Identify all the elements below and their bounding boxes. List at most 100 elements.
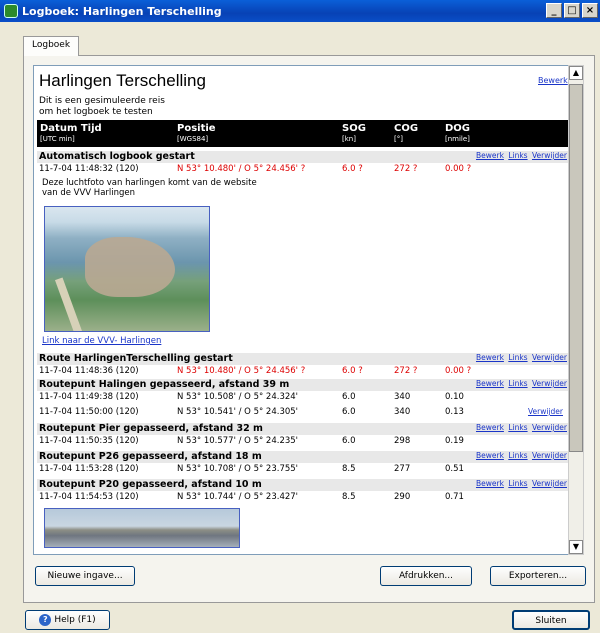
row-datetime: 11-7-04 11:49:38 (120) [39, 392, 139, 402]
tab-logboek[interactable]: Logboek [23, 36, 80, 56]
row-position: N 53° 10.708' / O 5° 23.755' [177, 464, 299, 474]
vvv-link[interactable]: Link naar de VVV- Harlingen [42, 336, 161, 346]
row-dog: 0.51 [445, 464, 464, 474]
links-link[interactable]: Links [508, 353, 527, 362]
col-position: Positie [WGS84] [177, 123, 216, 143]
links-link[interactable]: Links [508, 379, 527, 388]
edit-link[interactable]: Bewerk [476, 353, 504, 362]
row-cog: 298 [394, 436, 411, 446]
logbook-content: Harlingen Terschelling Dit is een gesimu… [33, 65, 576, 555]
links-link[interactable]: Links [508, 479, 527, 488]
col-position-label: Positie [177, 123, 216, 134]
entry-note: Deze luchtfoto van harlingen komt van de… [42, 178, 282, 198]
row-sog: 6.0 ? [342, 164, 363, 174]
row-cog: 290 [394, 492, 411, 502]
entry-actions: Bewerk Links Verwijder [474, 423, 567, 432]
col-sog-unit: [kn] [342, 135, 356, 143]
window-title: Logboek: Harlingen Terschelling [22, 4, 222, 18]
row-dog: 0.19 [445, 436, 464, 446]
entry-note-line2: van de VVV Harlingen [42, 188, 136, 198]
window-controls: _ □ × [546, 3, 598, 18]
trip-edit-link[interactable]: Bewerk [538, 76, 568, 85]
entry-note-line1: Deze luchtfoto van harlingen komt van de… [42, 178, 257, 188]
app-icon [4, 4, 18, 18]
col-dog: DOG [nmile] [445, 123, 470, 143]
delete-link[interactable]: Verwijder [532, 379, 567, 388]
row-dog: 0.00 ? [445, 366, 472, 376]
log-row: 11-7-04 11:48:36 (120) N 53° 10.480' / O… [37, 365, 569, 377]
edit-link[interactable]: Bewerk [476, 379, 504, 388]
column-header: Datum Tijd [UTC min] Positie [WGS84] SOG [k… [37, 120, 569, 147]
row-datetime: 11-7-04 11:48:32 (120) [39, 164, 139, 174]
links-link[interactable]: Links [508, 423, 527, 432]
log-row: 11-7-04 11:48:32 (120) N 53° 10.480' / O… [37, 163, 569, 175]
window-titlebar[interactable]: Logboek: Harlingen Terschelling _ □ × [0, 0, 600, 22]
row-datetime: 11-7-04 11:50:35 (120) [39, 436, 139, 446]
delete-link[interactable]: Verwijder [532, 423, 567, 432]
edit-link[interactable]: Bewerk [476, 423, 504, 432]
row-cog: 272 ? [394, 164, 418, 174]
row-dog: 0.13 [445, 407, 464, 417]
scroll-up-icon[interactable]: ▲ [569, 66, 583, 80]
delete-link[interactable]: Verwijder [528, 406, 563, 418]
row-position: N 53° 10.577' / O 5° 24.235' [177, 436, 299, 446]
edit-link[interactable]: Bewerk [476, 151, 504, 160]
links-link[interactable]: Links [508, 151, 527, 160]
log-row: 11-7-04 11:50:35 (120) N 53° 10.577' / O… [37, 435, 569, 447]
links-link[interactable]: Links [508, 451, 527, 460]
vertical-scrollbar[interactable]: ▲ ▼ [568, 65, 584, 555]
trip-title: Harlingen Terschelling [39, 71, 206, 90]
new-entry-button[interactable]: Nieuwe ingave... [35, 566, 135, 586]
col-cog: COG [°] [394, 123, 418, 143]
delete-link[interactable]: Verwijder [532, 151, 567, 160]
col-datetime-label: Datum Tijd [40, 123, 102, 134]
scroll-thumb[interactable] [569, 84, 583, 452]
delete-link[interactable]: Verwijder [532, 479, 567, 488]
entry-actions: Bewerk Links Verwijder [474, 379, 567, 388]
col-dog-label: DOG [445, 123, 471, 134]
row-cog: 272 ? [394, 366, 418, 376]
delete-link[interactable]: Verwijder [532, 353, 567, 362]
scroll-down-icon[interactable]: ▼ [569, 540, 583, 554]
row-datetime: 11-7-04 11:53:28 (120) [39, 464, 139, 474]
col-datetime-unit: [UTC min] [40, 135, 75, 143]
log-row: 11-7-04 11:53:28 (120) N 53° 10.708' / O… [37, 463, 569, 475]
minimize-button[interactable]: _ [546, 3, 562, 18]
log-row: 11-7-04 11:49:38 (120) N 53° 10.508' / O… [37, 391, 569, 403]
trip-description: Dit is een gesimuleerde reis om het logb… [39, 96, 239, 118]
row-position: N 53° 10.508' / O 5° 24.324' [177, 392, 299, 402]
col-cog-label: COG [394, 123, 419, 134]
row-sog: 6.0 [342, 407, 356, 417]
entry-actions: Bewerk Links Verwijder [474, 479, 567, 488]
log-row: 11-7-04 11:54:53 (120) N 53° 10.744' / O… [37, 491, 569, 503]
row-datetime: 11-7-04 11:48:36 (120) [39, 366, 139, 376]
row-datetime: 11-7-04 11:50:00 (120) [39, 407, 139, 417]
row-dog: 0.00 ? [445, 164, 472, 174]
maximize-button[interactable]: □ [564, 3, 580, 18]
close-window-button[interactable]: × [582, 3, 598, 18]
row-sog: 8.5 [342, 492, 356, 502]
row-position: N 53° 10.480' / O 5° 24.456' ? [177, 164, 306, 174]
log-row: 11-7-04 11:50:00 (120) N 53° 10.541' / O… [37, 406, 569, 418]
row-sog: 6.0 [342, 436, 356, 446]
export-button[interactable]: Exporteren... [490, 566, 586, 586]
close-button[interactable]: Sluiten [512, 610, 590, 630]
col-datetime: Datum Tijd [UTC min] [40, 123, 102, 143]
print-button[interactable]: Afdrukken... [380, 566, 472, 586]
entry-actions: Bewerk Links Verwijder [474, 353, 567, 362]
delete-link[interactable]: Verwijder [532, 451, 567, 460]
col-sog-label: SOG [342, 123, 366, 134]
row-sog: 6.0 [342, 392, 356, 402]
help-button[interactable]: ? Help (F1) [25, 610, 110, 630]
edit-link[interactable]: Bewerk [476, 451, 504, 460]
row-cog: 277 [394, 464, 411, 474]
row-dog: 0.71 [445, 492, 464, 502]
entry-actions: Bewerk Links Verwijder [474, 451, 567, 460]
col-position-unit: [WGS84] [177, 135, 209, 143]
col-dog-unit: [nmile] [445, 135, 470, 143]
edit-link[interactable]: Bewerk [476, 479, 504, 488]
trip-description-line2: om het logboek te testen [39, 107, 153, 117]
row-position: N 53° 10.744' / O 5° 23.427' [177, 492, 299, 502]
row-datetime: 11-7-04 11:54:53 (120) [39, 492, 139, 502]
panorama-photo [44, 508, 240, 548]
